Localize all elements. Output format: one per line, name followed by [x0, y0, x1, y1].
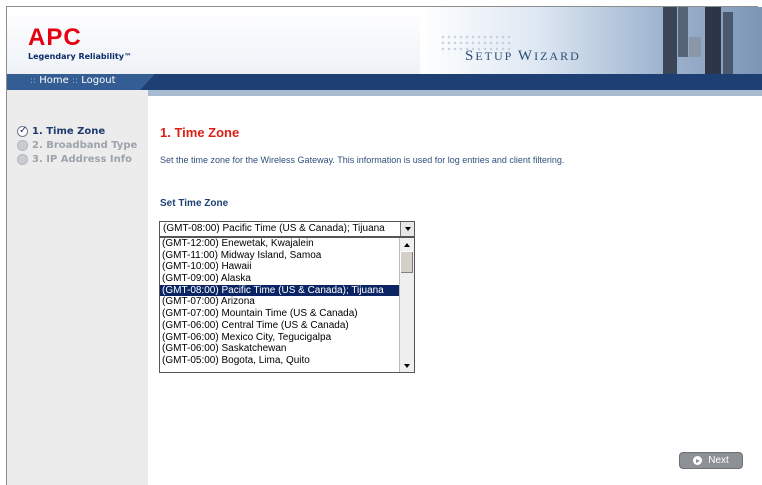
setup-wizard-title: SETUP WIZARD	[465, 48, 581, 64]
list-scrollbar[interactable]	[399, 238, 414, 372]
time-zone-option[interactable]: (GMT-06:00) Saskatchewan	[160, 343, 400, 355]
time-zone-option[interactable]: (GMT-08:00) Pacific Time (US & Canada); …	[160, 284, 400, 297]
logout-link[interactable]: Logout	[81, 75, 115, 86]
logo-wordmark: APC	[28, 24, 82, 51]
page-title: 1. Time Zone	[160, 125, 240, 140]
nav-bar: :: Home :: Logout	[7, 74, 762, 90]
time-zone-option[interactable]: (GMT-07:00) Arizona	[160, 296, 400, 308]
time-zone-option[interactable]: (GMT-06:00) Mexico City, Tegucigalpa	[160, 332, 400, 344]
home-link[interactable]: Home	[39, 75, 69, 86]
step-time-zone: ✓ 1. Time Zone	[17, 125, 106, 137]
circle-icon	[17, 140, 28, 151]
business-people-image	[663, 7, 733, 74]
time-zone-select[interactable]: (GMT-08:00) Pacific Time (US & Canada); …	[159, 221, 415, 237]
dropdown-arrow-icon[interactable]	[400, 222, 414, 236]
time-zone-option[interactable]: (GMT-09:00) Alaska	[160, 273, 400, 285]
nav-underbar	[148, 90, 762, 96]
time-zone-option[interactable]: (GMT-06:00) Central Time (US & Canada)	[160, 320, 400, 332]
time-zone-option[interactable]: (GMT-07:00) Mountain Time (US & Canada)	[160, 308, 400, 320]
checked-circle-icon: ✓	[17, 125, 28, 137]
next-button[interactable]: Next	[679, 452, 743, 469]
step-broadband-type: 2. Broadband Type	[17, 139, 137, 152]
time-zone-option[interactable]: (GMT-11:00) Midway Island, Samoa	[160, 250, 400, 262]
step-ip-address-info: 3. IP Address Info	[17, 153, 132, 166]
apc-logo: APC Legendary Reliability™	[28, 26, 138, 74]
scrollbar-thumb[interactable]	[400, 251, 413, 273]
time-zone-option[interactable]: (GMT-12:00) Enewetak, Kwajalein	[160, 238, 400, 250]
time-zone-label: Set Time Zone	[160, 198, 229, 209]
circle-icon	[17, 154, 28, 165]
logo-tagline: Legendary Reliability	[28, 52, 124, 61]
page-description: Set the time zone for the Wireless Gatew…	[160, 155, 565, 165]
time-zone-select-value: (GMT-08:00) Pacific Time (US & Canada); …	[163, 223, 385, 234]
arrow-right-icon	[693, 456, 703, 465]
time-zone-options-list[interactable]: (GMT-12:00) Enewetak, Kwajalein (GMT-11:0…	[159, 237, 415, 373]
time-zone-option[interactable]: (GMT-10:00) Hawaii	[160, 261, 400, 273]
time-zone-option[interactable]: (GMT-05:00) Bogota, Lima, Quito	[160, 355, 400, 367]
scroll-down-arrow-icon[interactable]	[400, 359, 413, 372]
scroll-up-arrow-icon[interactable]	[400, 238, 413, 251]
